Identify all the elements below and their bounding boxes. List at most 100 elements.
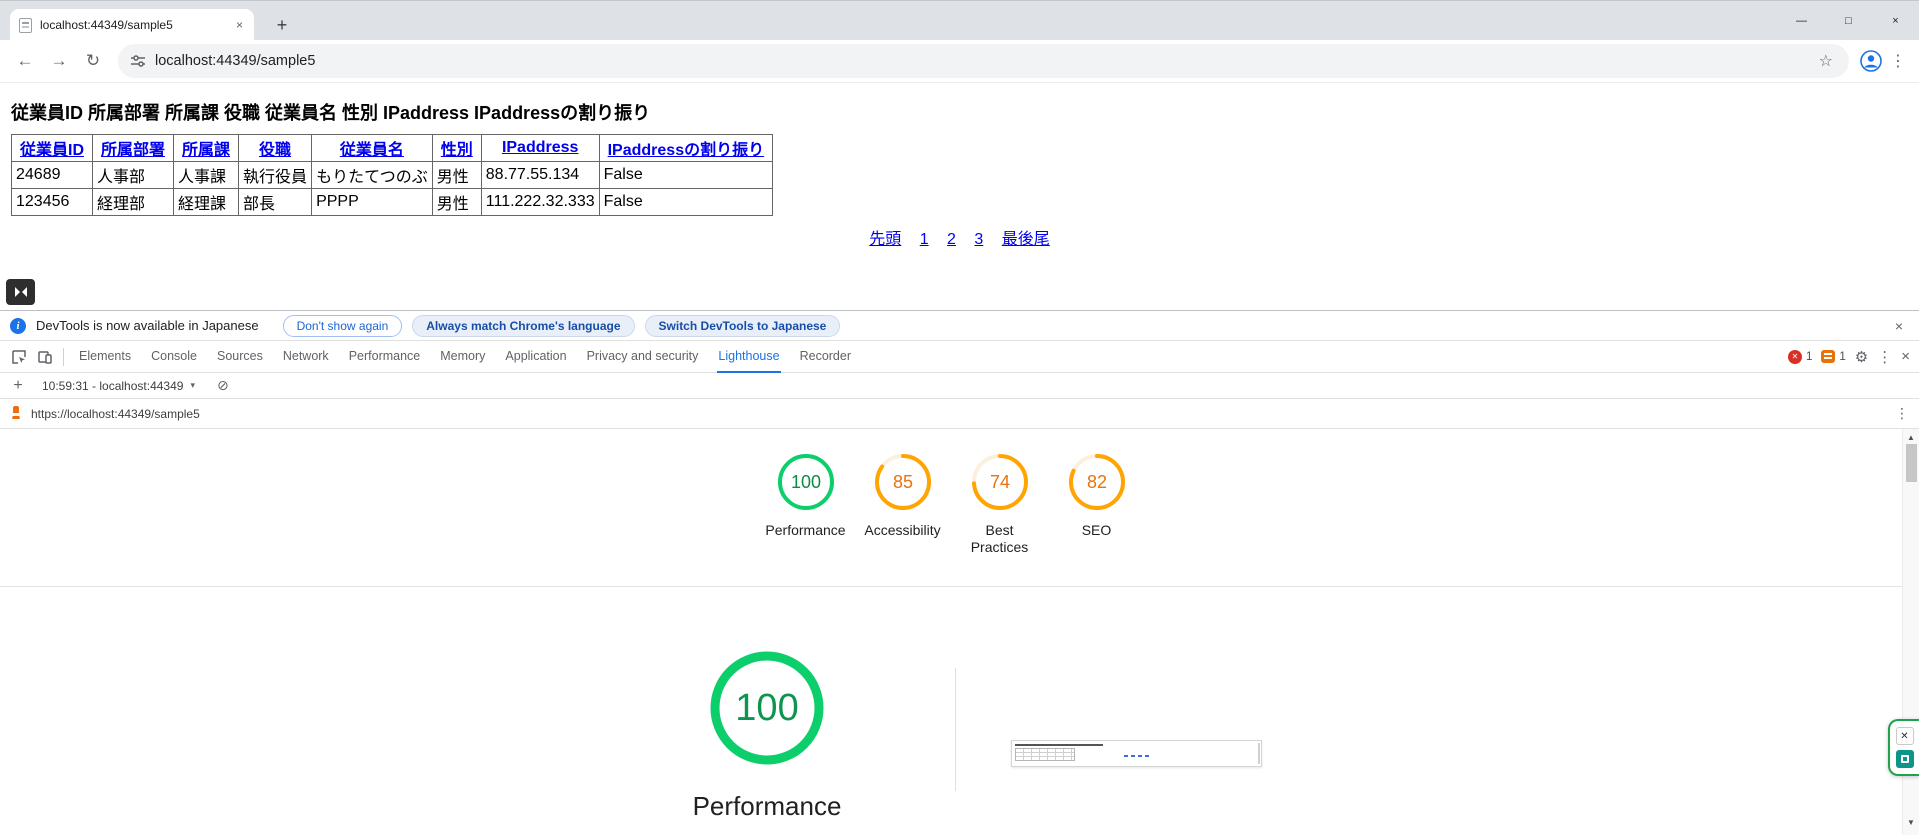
- device-toolbar-icon[interactable]: [32, 344, 58, 370]
- issues-icon: [1821, 350, 1836, 363]
- performance-section-label: Performance: [692, 791, 842, 821]
- chevron-down-icon: ▾: [190, 380, 195, 390]
- sort-link-department[interactable]: 所属部署: [97, 136, 169, 160]
- devtools-tab-network[interactable]: Network: [273, 341, 339, 373]
- section-divider: [0, 586, 1902, 587]
- match-chrome-language-button[interactable]: Always match Chrome's language: [412, 314, 635, 337]
- new-report-button[interactable]: +: [8, 377, 28, 395]
- sort-link-name[interactable]: 従業員名: [316, 136, 428, 160]
- devtools-tab-performance[interactable]: Performance: [339, 341, 431, 373]
- sort-link-gender[interactable]: 性別: [437, 136, 477, 160]
- svg-text:82: 82: [1086, 472, 1106, 492]
- sort-link-employee-id[interactable]: 従業員ID: [16, 136, 88, 160]
- bookmark-star-icon[interactable]: ☆: [1815, 51, 1837, 71]
- table-row: 24689 人事部 人事課 執行役員 もりたてつのぶ 男性 88.77.55.1…: [10, 161, 774, 189]
- devtools-tab-console[interactable]: Console: [141, 341, 207, 373]
- devtools-tab-elements[interactable]: Elements: [69, 341, 141, 373]
- browser-menu-button[interactable]: ⋮: [1885, 44, 1911, 78]
- tab-title: localhost:44349/sample5: [40, 18, 173, 32]
- profile-avatar[interactable]: [1857, 47, 1885, 75]
- devtools-tab-lighthouse[interactable]: Lighthouse: [708, 341, 789, 373]
- pagination-last-link[interactable]: 最後尾: [1002, 231, 1050, 248]
- sort-link-ipaddress[interactable]: IPaddress: [486, 139, 595, 157]
- lighthouse-session-bar: + 10:59:31 - localhost:44349 ▾ ⊘: [0, 373, 1919, 399]
- sort-link-ip-assignment[interactable]: IPaddressの割り振り: [604, 136, 769, 160]
- devtools-settings-icon[interactable]: ⚙: [1855, 348, 1868, 366]
- address-bar[interactable]: localhost:44349/sample5 ☆: [118, 44, 1849, 78]
- infobar-close-icon[interactable]: ×: [1889, 318, 1909, 334]
- thumbnail-table: [1015, 748, 1075, 761]
- switch-devtools-japanese-button[interactable]: Switch DevTools to Japanese: [644, 314, 841, 337]
- pagination-page-3-link[interactable]: 3: [974, 231, 983, 248]
- browser-tab[interactable]: localhost:44349/sample5 ×: [10, 9, 254, 41]
- seo-gauge: 82: [1068, 454, 1125, 510]
- pagination-page-1-link[interactable]: 1: [920, 231, 929, 248]
- thumbnail-heading-line: [1015, 744, 1103, 746]
- performance-main-gauge[interactable]: 100: [705, 646, 829, 775]
- performance-gauge: 100: [777, 454, 834, 510]
- score-accessibility[interactable]: 85 Accessibility: [854, 450, 951, 555]
- devtools-menu-icon[interactable]: ⋮: [1877, 348, 1892, 366]
- browser-extension-widget[interactable]: ✕: [1888, 719, 1919, 776]
- inspect-element-icon[interactable]: [6, 344, 32, 370]
- report-menu-icon[interactable]: ⋮: [1895, 405, 1909, 422]
- back-button[interactable]: ←: [8, 44, 42, 78]
- issues-badge[interactable]: 1: [1821, 350, 1846, 363]
- scroll-down-arrow[interactable]: ▼: [1903, 816, 1919, 828]
- devtools-close-icon[interactable]: ×: [1901, 348, 1910, 365]
- pagination: 先頭 1 2 3 最後尾: [0, 225, 1919, 249]
- forward-button[interactable]: →: [42, 44, 76, 78]
- vertical-divider: [955, 668, 956, 791]
- pagination-page-2-link[interactable]: 2: [947, 231, 956, 248]
- thumbnail-links: [1124, 755, 1150, 757]
- devtools-tab-privacy-security[interactable]: Privacy and security: [577, 341, 709, 373]
- page-favicon-icon: [19, 17, 32, 33]
- score-summary-row: 100 Performance 85 Accessibility 74 Best…: [0, 450, 1902, 555]
- score-best-practices[interactable]: 74 Best Practices: [951, 450, 1048, 555]
- page-title: 従業員ID 所属部署 所属課 役職 従業員名 性別 IPaddress IPad…: [11, 103, 651, 123]
- performance-gauge-large: 100: [710, 651, 824, 765]
- report-selector-dropdown[interactable]: 10:59:31 - localhost:44349 ▾: [38, 379, 199, 393]
- widget-close-icon[interactable]: ✕: [1895, 727, 1914, 745]
- score-performance[interactable]: 100 Performance: [757, 450, 854, 555]
- widget-app-icon[interactable]: [1895, 750, 1914, 768]
- tab-close-icon[interactable]: ×: [234, 18, 245, 32]
- window-close-button[interactable]: ×: [1872, 1, 1919, 41]
- sort-link-section[interactable]: 所属課: [178, 136, 234, 160]
- scrollbar-thumb[interactable]: [1906, 444, 1917, 482]
- score-seo[interactable]: 82 SEO: [1048, 450, 1145, 555]
- maximize-button[interactable]: □: [1825, 1, 1872, 41]
- new-tab-button[interactable]: +: [268, 11, 296, 39]
- devtools-tab-application[interactable]: Application: [495, 341, 576, 373]
- browser-window: localhost:44349/sample5 × + — □ × ← → ↻ …: [0, 0, 1919, 835]
- best-practices-gauge: 74: [971, 454, 1028, 510]
- url-text[interactable]: localhost:44349/sample5: [155, 53, 1815, 69]
- devtools-tabbar: Elements Console Sources Network Perform…: [0, 341, 1919, 373]
- lighthouse-report-url: https://localhost:44349/sample5: [31, 406, 200, 421]
- svg-text:100: 100: [735, 687, 798, 729]
- site-info-icon[interactable]: [130, 53, 146, 69]
- devtools-tab-recorder[interactable]: Recorder: [790, 341, 861, 373]
- lighthouse-report: 100 Performance 85 Accessibility 74 Best…: [0, 429, 1902, 835]
- reload-button[interactable]: ↻: [76, 44, 110, 78]
- accessibility-gauge: 85: [874, 454, 931, 510]
- console-errors-badge[interactable]: ✕ 1: [1787, 349, 1812, 364]
- pagination-first-link[interactable]: 先頭: [869, 231, 901, 248]
- sort-link-position[interactable]: 役職: [243, 136, 307, 160]
- devtools-tab-sources[interactable]: Sources: [207, 341, 273, 373]
- person-icon: [1860, 50, 1882, 72]
- clear-reports-icon[interactable]: ⊘: [217, 377, 229, 394]
- devtools-panel: i DevTools is now available in Japanese …: [0, 310, 1919, 835]
- svg-text:85: 85: [892, 472, 912, 492]
- web-page: 従業員ID 所属部署 所属課 役職 従業員名 性別 IPaddress IPad…: [0, 83, 1919, 310]
- table-header-row: 従業員ID 所属部署 所属課 役職 従業員名 性別 IPaddress IPad…: [10, 134, 774, 162]
- dont-show-again-button[interactable]: Don't show again: [282, 314, 403, 337]
- minimize-button[interactable]: —: [1778, 1, 1825, 41]
- svg-text:74: 74: [989, 472, 1009, 492]
- aspnet-browser-link-widget[interactable]: [6, 279, 35, 305]
- lighthouse-url-row: https://localhost:44349/sample5 ⋮: [0, 399, 1919, 429]
- svg-text:100: 100: [790, 472, 820, 492]
- devtools-tab-memory[interactable]: Memory: [430, 341, 495, 373]
- final-screenshot-thumbnail[interactable]: [1011, 740, 1262, 767]
- scroll-up-arrow[interactable]: ▲: [1903, 431, 1919, 443]
